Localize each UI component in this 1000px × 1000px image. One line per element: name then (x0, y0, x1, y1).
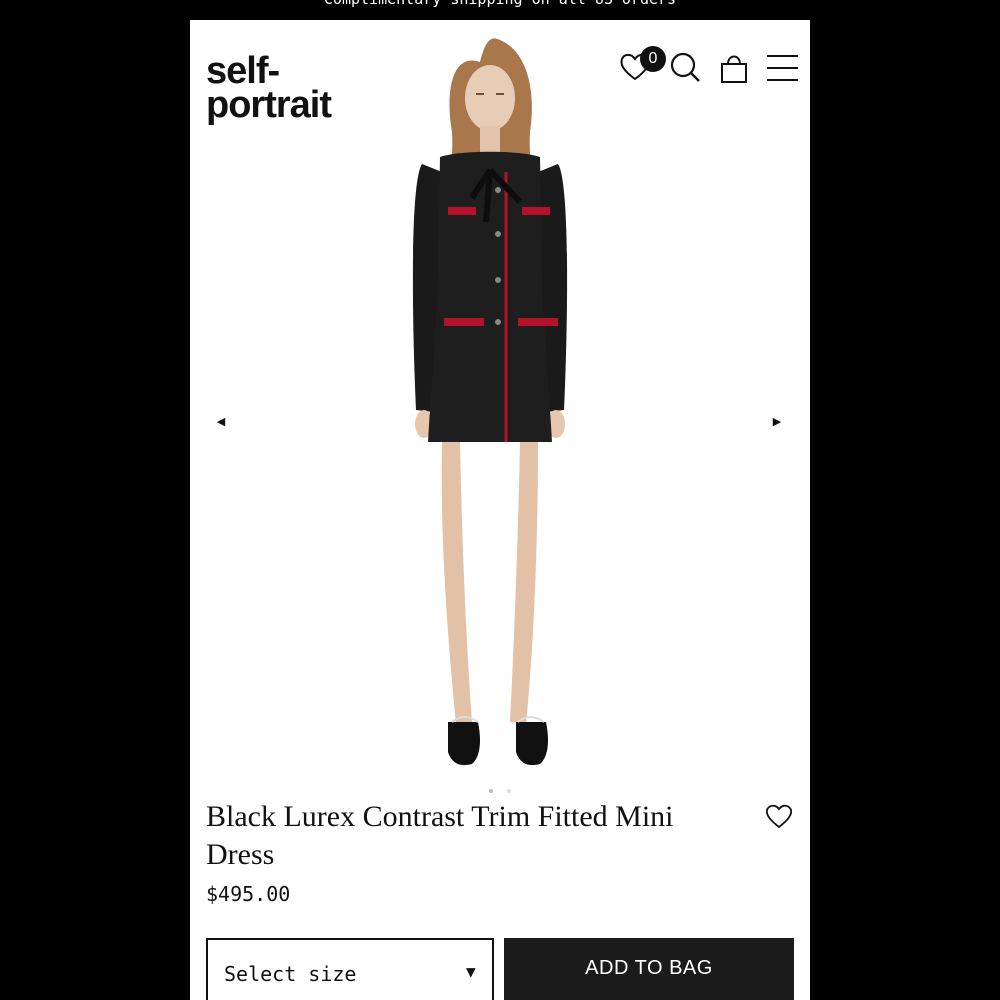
chevron-down-icon: ▼ (466, 962, 476, 981)
product-image (412, 38, 568, 766)
next-image-arrow-icon[interactable]: ▶ (770, 415, 784, 429)
product-title: Black Lurex Contrast Trim Fitted Mini Dr… (206, 800, 674, 871)
search-icon[interactable] (668, 50, 702, 84)
wishlist-count-badge: 0 (640, 46, 666, 72)
pagination-dot[interactable] (507, 789, 511, 793)
promo-banner: Complimentary shipping on all US orders (190, 0, 810, 20)
hamburger-menu-icon[interactable] (765, 50, 799, 84)
pagination-dot[interactable] (489, 789, 493, 793)
shopping-bag-icon[interactable] (717, 50, 751, 84)
previous-image-arrow-icon[interactable]: ◀ (214, 415, 228, 429)
gallery-pagination-dots (482, 780, 518, 798)
size-select-dropdown[interactable]: Select size ▼ (206, 938, 494, 1000)
add-to-bag-label: ADD TO BAG (585, 957, 713, 979)
product-price: $495.00 (206, 882, 291, 906)
product-image-gallery[interactable]: ◀ ▶ (190, 22, 810, 793)
product-page: Complimentary shipping on all US orders … (190, 0, 810, 1000)
add-to-wishlist-heart-icon[interactable] (764, 801, 794, 831)
size-select-label: Select size (224, 962, 357, 986)
add-to-bag-button[interactable]: ADD TO BAG (504, 938, 794, 1000)
promo-text: Complimentary shipping on all US orders (324, 0, 676, 8)
